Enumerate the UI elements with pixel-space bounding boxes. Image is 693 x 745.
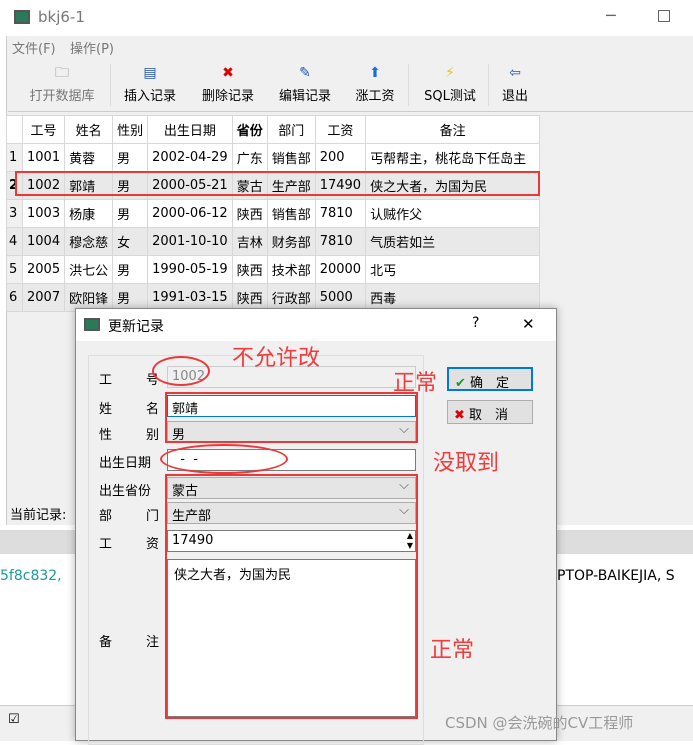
table-cell[interactable]: 男 bbox=[112, 143, 149, 172]
help-button[interactable]: ? bbox=[472, 315, 479, 331]
row-header[interactable]: 6 bbox=[6, 283, 23, 312]
annotation-box bbox=[165, 474, 418, 719]
background-text-right: PTOP-BAIKEJIA, S bbox=[557, 568, 675, 584]
table-cell[interactable]: 1003 bbox=[21, 199, 66, 228]
delete-icon: ✖ bbox=[222, 65, 234, 81]
check-icon: ✔ bbox=[455, 376, 466, 391]
edit-record-button[interactable]: ✎ 编辑记录 bbox=[273, 58, 337, 112]
table-cell[interactable]: 气质若如兰 bbox=[365, 227, 541, 256]
table-cell[interactable]: 销售部 bbox=[266, 143, 316, 172]
insert-record-button[interactable]: ▤ 插入记录 bbox=[118, 58, 182, 112]
dialog-title: 更新记录 bbox=[108, 319, 164, 335]
exit-icon: ⇦ bbox=[509, 65, 521, 81]
title-bar: bkj6-1 ─ bbox=[6, 0, 693, 36]
col-header[interactable]: 备注 bbox=[365, 115, 541, 144]
table-cell[interactable]: 穆念慈 bbox=[64, 227, 114, 256]
table-cell[interactable]: 吉林 bbox=[231, 227, 268, 256]
row-header[interactable]: 3 bbox=[6, 199, 23, 228]
col-header[interactable]: 姓名 bbox=[64, 115, 114, 144]
birth-label: 出生日期 bbox=[99, 456, 152, 471]
col-header[interactable]: 性别 bbox=[112, 115, 149, 144]
calendar-icon: ☑ bbox=[8, 712, 20, 727]
table-cell[interactable]: 20000 bbox=[314, 255, 367, 284]
insert-icon: ▤ bbox=[143, 65, 157, 81]
table-cell[interactable]: 1001 bbox=[21, 143, 66, 172]
delete-record-button[interactable]: ✖ 删除记录 bbox=[196, 58, 260, 112]
dialog-title-bar: 更新记录 ? ✕ bbox=[76, 309, 556, 341]
table-cell[interactable]: 男 bbox=[112, 199, 149, 228]
col-header[interactable]: 省份 bbox=[231, 115, 268, 144]
background-text-left: 5f8c832, bbox=[0, 568, 62, 584]
table-cell[interactable]: 陕西 bbox=[231, 199, 268, 228]
row-header[interactable]: 5 bbox=[6, 255, 23, 284]
table-cell[interactable]: 1990-05-19 bbox=[147, 255, 233, 284]
table-row[interactable]: 3 1003 杨康男 2000-06-12 陕西 销售部 7810 认贼作父 bbox=[6, 199, 541, 228]
raise-salary-button[interactable]: ⬆ 涨工资 bbox=[350, 58, 400, 112]
menu-operate[interactable]: 操作(P) bbox=[70, 38, 114, 57]
maximize-button[interactable] bbox=[658, 10, 670, 22]
table-cell[interactable]: 技术部 bbox=[266, 255, 316, 284]
lightning-icon: ⚡ bbox=[445, 65, 455, 81]
annotation-circle bbox=[160, 444, 288, 474]
annotation-missing: 没取到 bbox=[433, 451, 500, 476]
dialog-icon bbox=[84, 318, 100, 331]
col-header[interactable]: 工号 bbox=[21, 115, 66, 144]
table-cell[interactable]: 7810 bbox=[314, 227, 367, 256]
ok-button[interactable]: ✔ 确 定 bbox=[447, 367, 533, 391]
table-cell[interactable]: 女 bbox=[112, 227, 149, 256]
open-db-button[interactable]: 🗀 打开数据库 bbox=[22, 58, 102, 112]
folder-icon: 🗀 bbox=[55, 65, 69, 81]
table-cell[interactable]: 广东 bbox=[231, 143, 268, 172]
x-icon: ✖ bbox=[454, 408, 465, 423]
window-title: bkj6-1 bbox=[38, 8, 85, 26]
table-cell[interactable]: 7810 bbox=[314, 199, 367, 228]
province-label: 出生省份 bbox=[99, 484, 152, 499]
edit-icon: ✎ bbox=[299, 65, 311, 81]
employee-table[interactable]: 工号 姓名 性别 出生日期 省份 部门 工资 备注 1 1001 黄蓉男 2002-04-29 广东销… bbox=[6, 115, 541, 312]
table-cell[interactable]: 北丐 bbox=[365, 255, 541, 284]
watermark: CSDN @会洗碗的CV工程师 bbox=[445, 714, 634, 732]
table-cell[interactable]: 男 bbox=[112, 255, 149, 284]
table-cell[interactable]: 2002-04-29 bbox=[147, 143, 233, 172]
annotation-box bbox=[165, 392, 418, 443]
cancel-button[interactable]: ✖ 取 消 bbox=[447, 400, 533, 424]
table-cell[interactable]: 认贼作父 bbox=[365, 199, 541, 228]
arrow-up-icon: ⬆ bbox=[369, 65, 381, 81]
row-header[interactable]: 4 bbox=[6, 227, 23, 256]
toolbar: 🗀 打开数据库 ▤ 插入记录 ✖ 删除记录 ✎ 编辑记录 ⬆ 涨工资 ⚡ SQL测试 ⇦ 退出 bbox=[8, 58, 693, 112]
table-cell[interactable]: 2007 bbox=[21, 283, 66, 312]
app-icon bbox=[14, 10, 30, 24]
table-cell[interactable]: 陕西 bbox=[231, 255, 268, 284]
table-row[interactable]: 5 2005 洪七公男 1990-05-19 陕西 技术部 20000 北丐 bbox=[6, 255, 541, 284]
exit-button[interactable]: ⇦ 退出 bbox=[498, 58, 532, 112]
minimize-button[interactable]: ─ bbox=[606, 6, 616, 25]
annotation-circle bbox=[152, 356, 210, 386]
row-header[interactable]: 1 bbox=[6, 143, 23, 172]
table-cell[interactable]: 财务部 bbox=[266, 227, 316, 256]
table-cell[interactable]: 2005 bbox=[21, 255, 66, 284]
sql-test-button[interactable]: ⚡ SQL测试 bbox=[418, 58, 482, 112]
table-cell[interactable]: 丐帮帮主，桃花岛下任岛主 bbox=[365, 143, 541, 172]
col-header[interactable]: 部门 bbox=[266, 115, 316, 144]
table-row[interactable]: 4 1004 穆念慈女 2001-10-10 吉林 财务部 7810 气质若如兰 bbox=[6, 227, 541, 256]
table-cell[interactable]: 杨康 bbox=[64, 199, 114, 228]
close-button[interactable]: ✕ bbox=[522, 315, 535, 333]
table-cell[interactable]: 洪七公 bbox=[64, 255, 114, 284]
annotation-no-edit: 不允许改 bbox=[232, 346, 321, 371]
table-cell[interactable]: 黄蓉 bbox=[64, 143, 114, 172]
col-header[interactable]: 工资 bbox=[314, 115, 367, 144]
annotation-normal-2: 正常 bbox=[430, 638, 475, 663]
selected-row-highlight bbox=[15, 171, 540, 196]
table-cell[interactable]: 2000-06-12 bbox=[147, 199, 233, 228]
col-header[interactable]: 出生日期 bbox=[147, 115, 233, 144]
menu-file[interactable]: 文件(F) bbox=[12, 38, 56, 57]
table-row[interactable]: 1 1001 黄蓉男 2002-04-29 广东 销售部 200 丐帮帮主，桃花岛下任岛主 bbox=[6, 143, 541, 172]
table-cell[interactable]: 销售部 bbox=[266, 199, 316, 228]
table-cell[interactable]: 1004 bbox=[21, 227, 66, 256]
table-cell[interactable]: 200 bbox=[314, 143, 367, 172]
table-cell[interactable]: 2001-10-10 bbox=[147, 227, 233, 256]
